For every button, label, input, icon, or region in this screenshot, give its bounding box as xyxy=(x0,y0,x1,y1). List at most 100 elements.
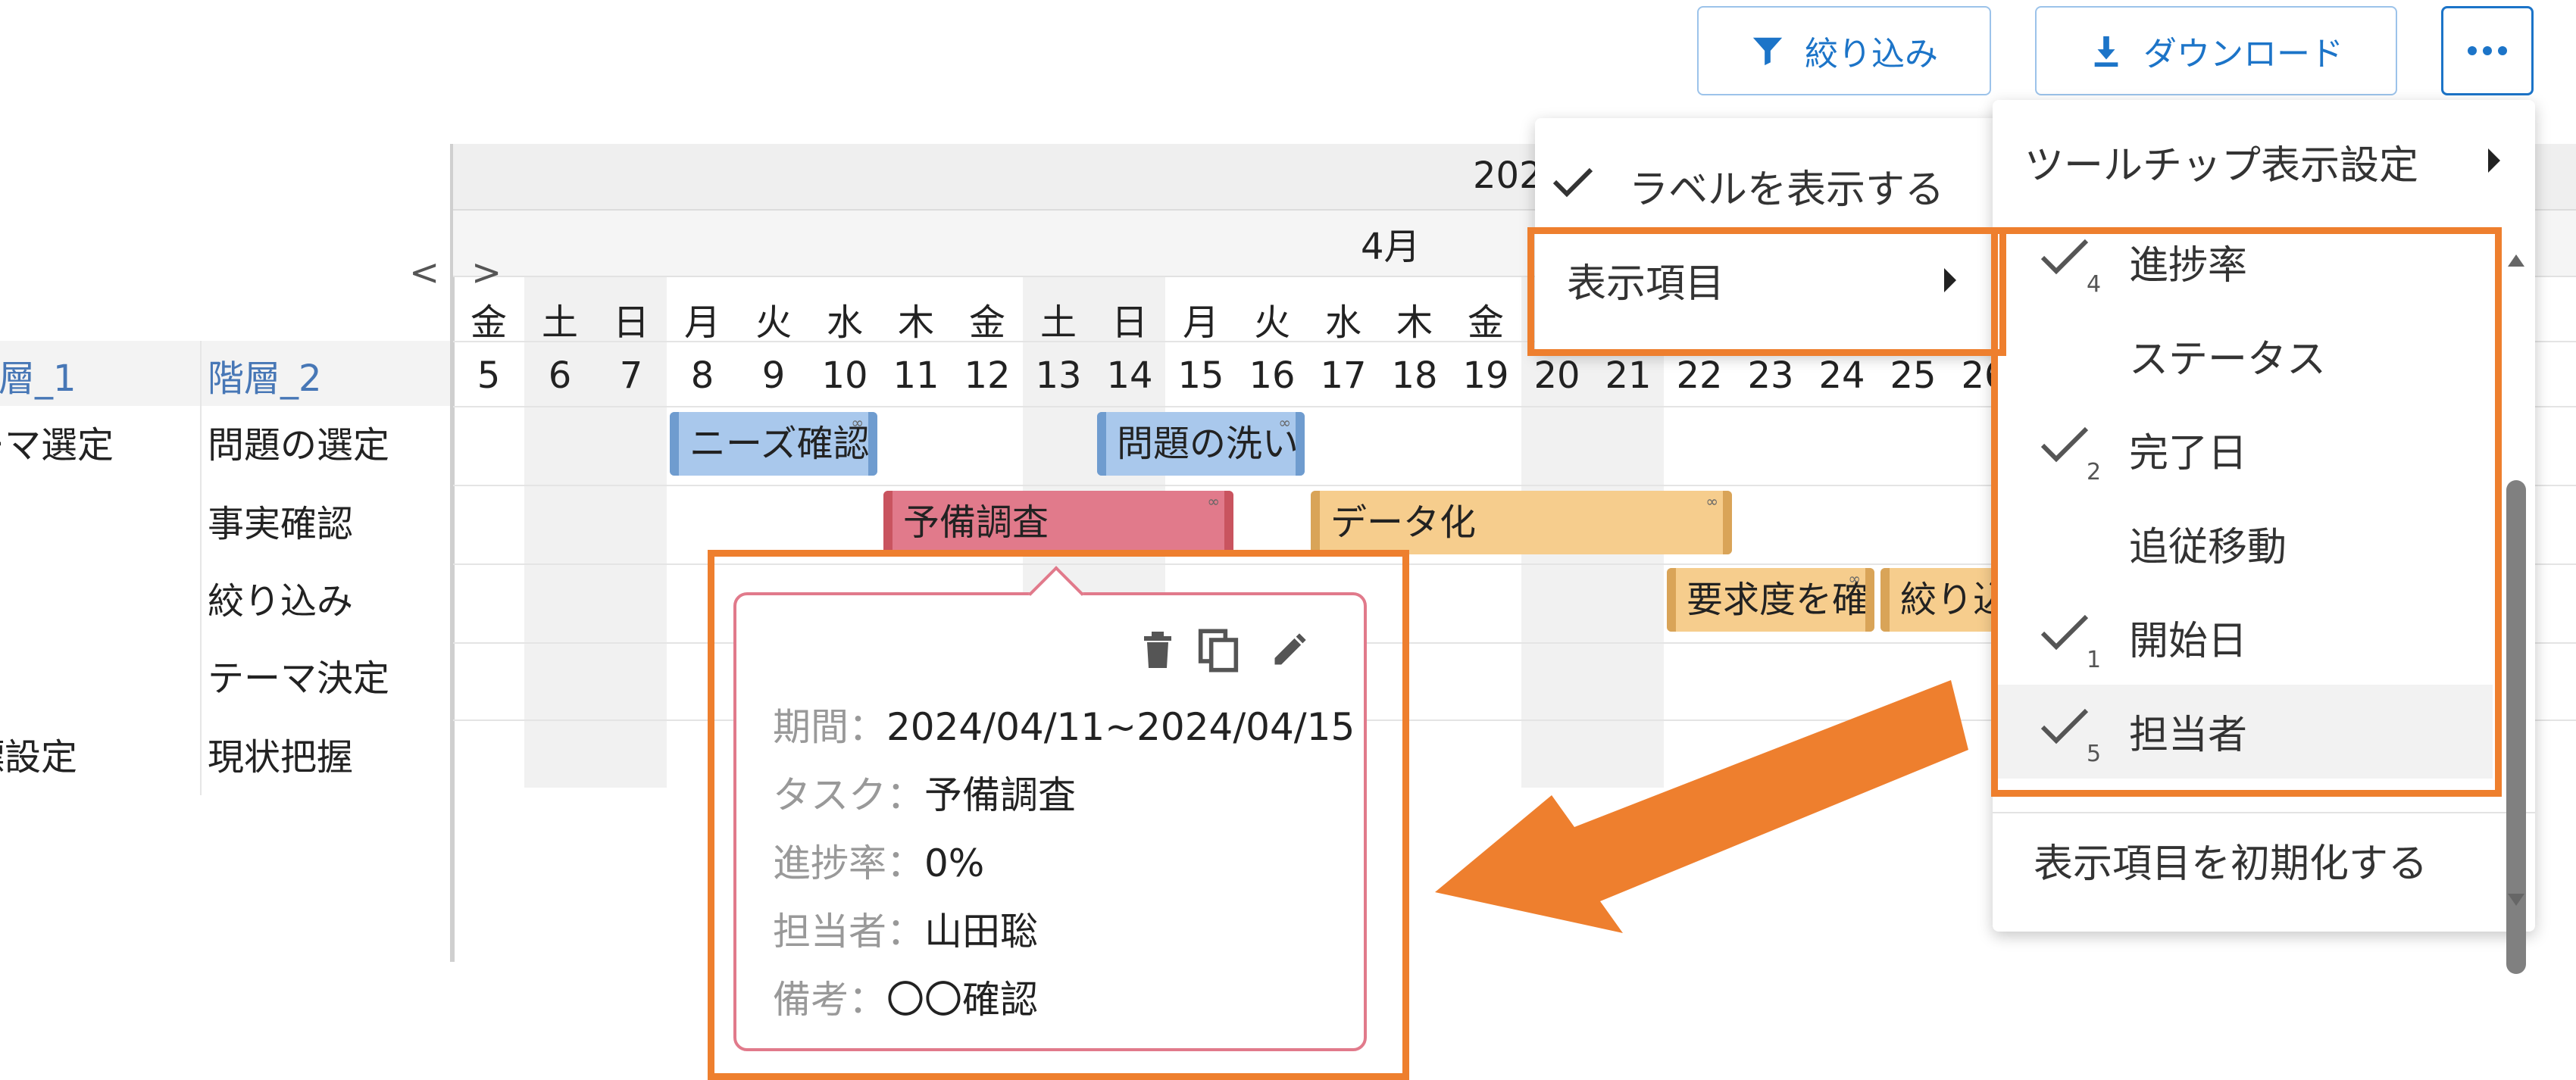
link-icon[interactable]: ∞ xyxy=(1848,571,1861,586)
edit-icon[interactable] xyxy=(1270,630,1309,670)
filter-button[interactable]: 絞り込み xyxy=(1697,6,1991,95)
resize-handle-end[interactable] xyxy=(1723,491,1732,554)
resize-handle-start[interactable] xyxy=(883,491,893,554)
link-icon[interactable]: ∞ xyxy=(851,415,864,430)
resize-handle-end[interactable] xyxy=(1865,568,1874,632)
resize-handle-start[interactable] xyxy=(1311,491,1320,554)
link-icon[interactable]: ∞ xyxy=(1207,494,1220,509)
more-options-button[interactable] xyxy=(2441,6,2534,95)
day-number: 15 xyxy=(1177,354,1224,397)
show-labels-item[interactable]: ラベルを表示する xyxy=(1629,158,1944,214)
day-number: 24 xyxy=(1818,354,1865,397)
task-bar[interactable]: データ化 ∞ xyxy=(1311,491,1732,554)
weekday-label: 土 xyxy=(1039,301,1077,344)
tooltip-note-value: 〇〇確認 xyxy=(886,978,1038,1022)
tooltip-period-value: 2024/04/11~2024/04/15 xyxy=(886,705,1355,749)
day-number: 10 xyxy=(821,354,868,397)
scroll-up-icon[interactable] xyxy=(2506,253,2526,268)
tooltip-period-label: 期間： xyxy=(773,705,886,749)
more-horizontal-icon xyxy=(2468,46,2507,55)
weekday-label: 日 xyxy=(1111,301,1148,344)
reset-display-items[interactable]: 表示項目を初期化する xyxy=(2034,832,2428,888)
resize-handle-start[interactable] xyxy=(1097,412,1106,476)
day-number: 16 xyxy=(1249,354,1296,397)
day-number: 21 xyxy=(1605,354,1652,397)
weekday-label: 木 xyxy=(897,301,934,344)
weekday-label: 金 xyxy=(470,301,507,344)
link-icon[interactable]: ∞ xyxy=(1705,494,1718,509)
day-number: 17 xyxy=(1320,354,1367,397)
hierarchy-row-1-level1[interactable]: テーマ選定 xyxy=(0,415,114,468)
download-icon xyxy=(2094,36,2118,67)
highlight-display-items xyxy=(1527,227,2006,356)
tooltip-assignee-label: 担当者： xyxy=(773,910,924,954)
weekday-label: 木 xyxy=(1396,301,1433,344)
resize-handle-end[interactable] xyxy=(868,412,877,476)
resize-handle-end[interactable] xyxy=(1296,412,1305,476)
task-bar[interactable]: 問題の洗い出し∞ xyxy=(1097,412,1305,476)
task-bar-label: ニーズ確認 xyxy=(689,423,870,465)
day-number: 9 xyxy=(761,354,786,397)
submenu-arrow-icon xyxy=(2488,148,2500,173)
hierarchy-row-3-level2[interactable]: 絞り込み xyxy=(208,571,353,624)
trash-icon[interactable] xyxy=(1140,629,1176,671)
tooltip-task-label: タスク： xyxy=(773,773,924,817)
task-bar[interactable]: 要求度を確認∞ xyxy=(1667,568,1874,632)
submenu-divider xyxy=(1993,812,2535,813)
weekday-label: 日 xyxy=(612,301,649,344)
month-label: 4月 xyxy=(1361,226,1421,268)
day-number: 7 xyxy=(619,354,643,397)
hierarchy-row-4-level2[interactable]: テーマ決定 xyxy=(208,648,389,701)
filter-icon xyxy=(1752,37,1783,66)
copy-icon[interactable] xyxy=(1197,627,1240,674)
weekday-label: 月 xyxy=(1182,301,1219,344)
weekday-label: 月 xyxy=(683,301,721,344)
scroll-down-icon[interactable] xyxy=(2506,892,2526,907)
tooltip-progress-label: 進捗率： xyxy=(773,841,924,885)
resize-handle-start[interactable] xyxy=(1667,568,1676,632)
tooltip-period: 期間：2024/04/11~2024/04/15 xyxy=(773,697,1355,751)
tooltip-assignee: 担当者：山田聡 xyxy=(773,901,1038,956)
task-bar-label: 予備調査 xyxy=(903,501,1049,544)
arrow-annotation-icon xyxy=(1435,680,1968,933)
task-bar-label: 要求度を確認 xyxy=(1687,579,1874,621)
resize-handle-start[interactable] xyxy=(670,412,679,476)
hierarchy-row-5-level1[interactable]: 目標設定 xyxy=(0,727,77,780)
resize-handle-end[interactable] xyxy=(1224,491,1233,554)
weekday-label: 水 xyxy=(826,301,863,344)
check-icon xyxy=(1552,167,1593,198)
scroll-prev-icon[interactable]: < xyxy=(409,251,439,294)
hierarchy-header-1[interactable]: 階層_1 xyxy=(0,348,77,401)
hierarchy-row-2-level2[interactable]: 事実確認 xyxy=(208,494,353,547)
day-number: 6 xyxy=(548,354,572,397)
hierarchy-column-divider xyxy=(200,341,202,795)
day-number: 14 xyxy=(1106,354,1153,397)
task-bar-label: データ化 xyxy=(1330,501,1477,544)
tooltip-settings-item[interactable]: ツールチップ表示設定 xyxy=(2024,133,2418,190)
download-button[interactable]: ダウンロード xyxy=(2035,6,2397,95)
resize-handle-start[interactable] xyxy=(1880,568,1890,632)
day-number: 11 xyxy=(893,354,939,397)
day-number: 8 xyxy=(690,354,714,397)
day-number: 13 xyxy=(1035,354,1082,397)
day-number: 23 xyxy=(1747,354,1794,397)
tooltip-assignee-value: 山田聡 xyxy=(924,910,1038,954)
weekday-label: 火 xyxy=(755,301,792,344)
link-icon[interactable]: ∞ xyxy=(1278,415,1291,430)
hierarchy-row-1-level2[interactable]: 問題の選定 xyxy=(208,415,389,468)
weekday-label: 火 xyxy=(1253,301,1290,344)
tooltip-task: タスク：予備調査 xyxy=(773,765,1076,819)
day-number: 12 xyxy=(964,354,1011,397)
task-bar[interactable]: 予備調査 ∞ xyxy=(883,491,1233,554)
task-bar-label: 問題の洗い出し xyxy=(1117,423,1305,465)
day-number: 20 xyxy=(1533,354,1580,397)
download-button-label: ダウンロード xyxy=(2143,35,2343,73)
hierarchy-row-5-level2[interactable]: 現状把握 xyxy=(208,727,353,780)
day-number: 18 xyxy=(1391,354,1438,397)
task-bar[interactable]: ニーズ確認 ∞ xyxy=(670,412,877,476)
hierarchy-header-2[interactable]: 階層_2 xyxy=(208,348,322,401)
task-tooltip: 期間：2024/04/11~2024/04/15 タスク：予備調査 進捗率：0%… xyxy=(733,566,1367,1051)
tooltip-progress: 進捗率：0% xyxy=(773,833,984,888)
highlight-item-list xyxy=(1991,227,2502,797)
filter-button-label: 絞り込み xyxy=(1805,35,1938,73)
